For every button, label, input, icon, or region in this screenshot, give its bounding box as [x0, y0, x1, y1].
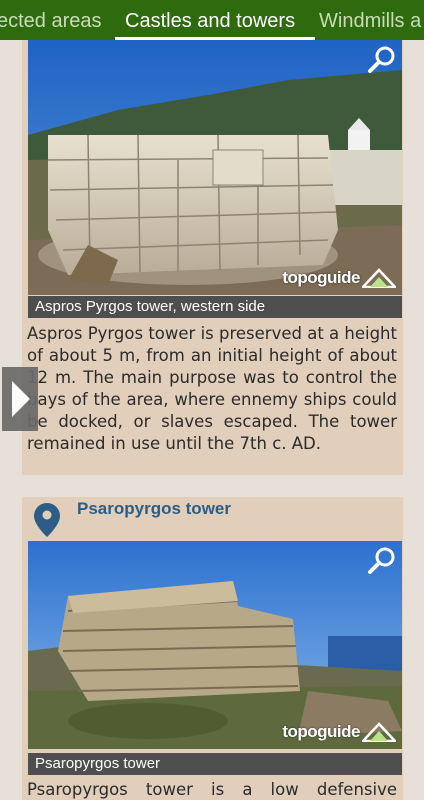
poi-photo[interactable]: topoguide	[28, 40, 402, 295]
poi-card: topoguide Aspros Pyrgos tower, western s…	[22, 40, 403, 475]
mountain-logo-icon	[362, 722, 396, 742]
tower-photo-image	[28, 541, 402, 749]
magnifier-icon[interactable]	[366, 44, 398, 76]
photo-caption: Aspros Pyrgos tower, western side	[28, 296, 402, 318]
tab-protected-areas[interactable]: ected areas	[0, 0, 102, 40]
tab-castles-and-towers[interactable]: Castles and towers	[125, 0, 295, 40]
poi-photo[interactable]: topoguide	[28, 541, 402, 749]
topoguide-watermark: topoguide	[282, 719, 396, 745]
tower-photo-image	[28, 40, 402, 295]
tab-windmills[interactable]: Windmills a	[319, 0, 421, 40]
mountain-logo-icon	[362, 268, 396, 288]
topoguide-watermark: topoguide	[282, 265, 396, 291]
poi-description: Psaropyrgos tower is a low defensive	[27, 780, 397, 799]
map-pin-icon[interactable]	[34, 503, 60, 537]
photo-caption: Psaropyrgos tower	[28, 753, 402, 775]
watermark-text: topoguide	[282, 722, 360, 741]
previous-page-button[interactable]	[2, 367, 38, 431]
poi-description: Aspros Pyrgos tower is preserved at a he…	[27, 324, 397, 453]
poi-title[interactable]: Psaropyrgos tower	[77, 499, 231, 519]
poi-card: Psaropyrgos tower topoguide Psaropyrgos …	[22, 497, 403, 800]
category-tab-bar: ected areas Castles and towers Windmills…	[0, 0, 424, 40]
triangle-right-icon	[12, 381, 30, 417]
magnifier-icon[interactable]	[366, 545, 398, 577]
watermark-text: topoguide	[282, 268, 360, 287]
